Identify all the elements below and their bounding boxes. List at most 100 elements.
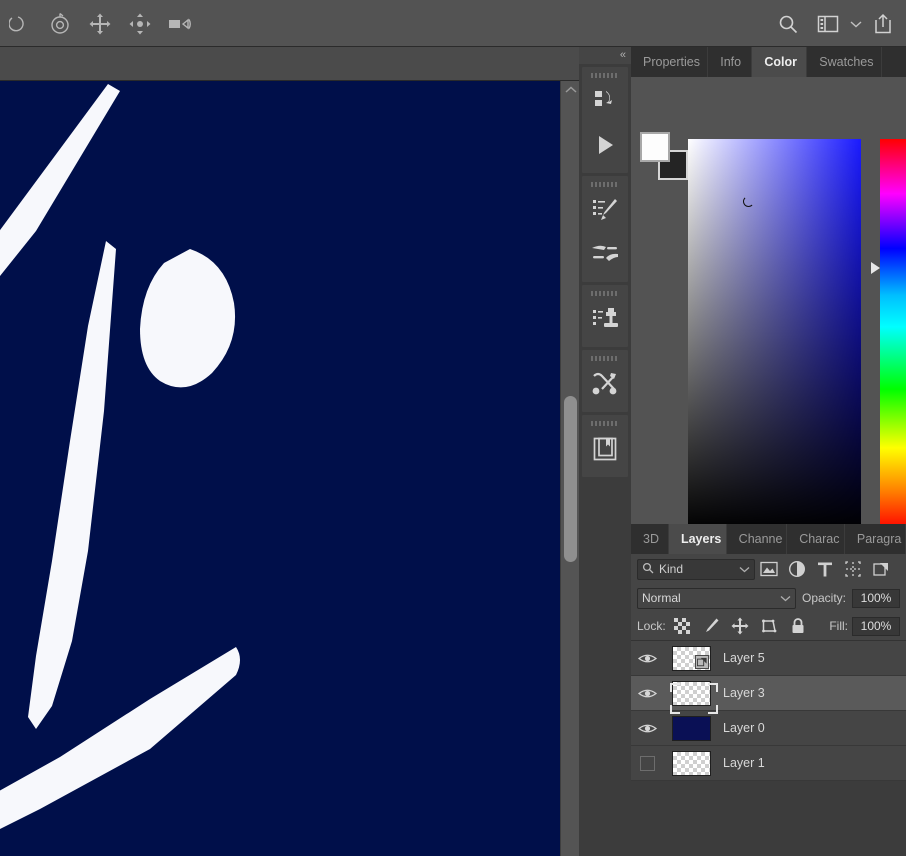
- hue-slider-marker[interactable]: [871, 262, 880, 274]
- search-icon: [642, 562, 654, 577]
- brush-settings-icon[interactable]: [582, 232, 628, 276]
- layer-thumbnail-cell[interactable]: [664, 750, 719, 776]
- opacity-input[interactable]: 100%: [852, 588, 900, 608]
- layers-panel-tabs: 3D Layers Channe Charac Paragra: [631, 524, 906, 554]
- tab-info[interactable]: Info: [708, 47, 753, 77]
- rail-group-history: [582, 67, 628, 173]
- tab-3d[interactable]: 3D: [631, 524, 669, 554]
- panel-grip[interactable]: [582, 354, 628, 362]
- filter-type-layers-icon[interactable]: [811, 556, 839, 582]
- canvas-vertical-scrollbar[interactable]: [560, 81, 579, 856]
- layers-panel: 3D Layers Channe Charac Paragra Kind Nor…: [631, 524, 906, 856]
- chevron-up-icon[interactable]: [561, 81, 580, 99]
- camera-3d-icon[interactable]: [160, 0, 200, 47]
- layer-filter-row: Kind: [631, 554, 906, 584]
- pan-3d-icon[interactable]: [120, 0, 160, 47]
- layer-name[interactable]: Layer 1: [719, 756, 765, 770]
- layer-thumbnail: [672, 680, 711, 706]
- clone-source-icon[interactable]: [582, 297, 628, 341]
- panel-grip[interactable]: [582, 289, 628, 297]
- table-row[interactable]: Layer 0: [631, 711, 906, 746]
- smart-object-badge-icon: [695, 654, 709, 669]
- filter-smart-object-layers-icon[interactable]: [867, 556, 895, 582]
- libraries-icon[interactable]: [582, 427, 628, 471]
- blend-mode-row: Normal Opacity: 100%: [631, 584, 906, 612]
- options-bar: [0, 0, 906, 47]
- layer-visibility-toggle[interactable]: [631, 722, 664, 735]
- lock-image-pixels-icon[interactable]: [699, 615, 724, 637]
- right-panel-dock: Properties Info Color Swatches 3D Layers…: [631, 47, 906, 856]
- rail-group-libraries: [582, 415, 628, 477]
- double-chevron-left-icon: «: [619, 49, 626, 61]
- tab-channels[interactable]: Channe: [726, 524, 788, 554]
- rotate-view-icon[interactable]: [40, 0, 80, 47]
- eye-off-icon: [640, 755, 655, 771]
- lock-position-icon[interactable]: [728, 615, 753, 637]
- layer-filter-kind-label: Kind: [659, 562, 684, 576]
- tabrow-filler: [882, 47, 906, 77]
- table-row[interactable]: Layer 5: [631, 641, 906, 676]
- tab-layers[interactable]: Layers: [668, 524, 727, 554]
- share-icon[interactable]: [864, 0, 904, 47]
- filter-shape-layers-icon[interactable]: [839, 556, 867, 582]
- layer-visibility-toggle[interactable]: [631, 755, 664, 771]
- chevron-down-icon[interactable]: [848, 0, 864, 47]
- scrollbar-thumb[interactable]: [564, 396, 577, 562]
- table-row[interactable]: Layer 3: [631, 676, 906, 714]
- tab-paragraph[interactable]: Paragra: [844, 524, 906, 554]
- rail-group-clone-source: [582, 285, 628, 347]
- layer-name[interactable]: Layer 3: [719, 686, 765, 700]
- color-field[interactable]: [688, 139, 861, 530]
- options-bar-tools: [0, 0, 200, 47]
- rail-group-tool-presets: [582, 350, 628, 412]
- hue-slider[interactable]: [880, 139, 906, 530]
- canvas-area[interactable]: [0, 81, 560, 856]
- tab-swatches[interactable]: Swatches: [807, 47, 882, 77]
- layer-visibility-toggle[interactable]: [631, 687, 664, 700]
- color-field-marker[interactable]: [743, 196, 754, 207]
- blend-mode-value: Normal: [642, 591, 681, 605]
- fill-label: Fill:: [829, 619, 848, 633]
- fill-input[interactable]: 100%: [852, 616, 900, 636]
- table-row[interactable]: Layer 1: [631, 746, 906, 781]
- layer-thumbnail: [672, 645, 711, 671]
- blend-mode-select[interactable]: Normal: [637, 587, 796, 609]
- collapsed-panel-rail: «: [579, 47, 631, 856]
- lock-artboard-nesting-icon[interactable]: [757, 615, 782, 637]
- actions-panel-icon[interactable]: [582, 123, 628, 167]
- filter-pixel-layers-icon[interactable]: [755, 556, 783, 582]
- rotate-view-partial-icon[interactable]: [0, 0, 40, 47]
- search-icon[interactable]: [768, 0, 808, 47]
- layer-thumbnail-cell[interactable]: [664, 680, 719, 714]
- color-panel: [631, 77, 906, 530]
- layer-thumbnail: [672, 750, 711, 776]
- panel-grip[interactable]: [582, 71, 628, 79]
- chevron-down-icon: [780, 591, 791, 605]
- layer-thumbnail: [672, 715, 711, 741]
- panel-grip[interactable]: [582, 180, 628, 188]
- layer-thumbnail-cell[interactable]: [664, 715, 719, 741]
- lock-all-icon[interactable]: [786, 615, 811, 637]
- layer-name[interactable]: Layer 5: [719, 651, 765, 665]
- layer-visibility-toggle[interactable]: [631, 652, 664, 665]
- layer-name[interactable]: Layer 0: [719, 721, 765, 735]
- tab-character[interactable]: Charac: [787, 524, 845, 554]
- move-3d-icon[interactable]: [80, 0, 120, 47]
- tab-color[interactable]: Color: [752, 47, 808, 77]
- filter-adjustment-layers-icon[interactable]: [783, 556, 811, 582]
- rail-collapse-button[interactable]: «: [579, 47, 631, 64]
- history-panel-icon[interactable]: [582, 79, 628, 123]
- panel-grip[interactable]: [582, 419, 628, 427]
- color-swatch-stack: [640, 132, 688, 180]
- foreground-color-swatch[interactable]: [640, 132, 670, 162]
- tab-properties[interactable]: Properties: [631, 47, 709, 77]
- brush-presets-icon[interactable]: [582, 188, 628, 232]
- tool-presets-icon[interactable]: [582, 362, 628, 406]
- document-tab-strip[interactable]: [0, 47, 579, 81]
- layer-filter-kind-select[interactable]: Kind: [637, 558, 755, 580]
- workspace-icon[interactable]: [808, 0, 848, 47]
- lock-transparent-pixels-icon[interactable]: [670, 615, 695, 637]
- layer-thumbnail-cell[interactable]: [664, 645, 719, 671]
- color-panel-tabs: Properties Info Color Swatches: [631, 47, 906, 77]
- rail-group-brushes: [582, 176, 628, 282]
